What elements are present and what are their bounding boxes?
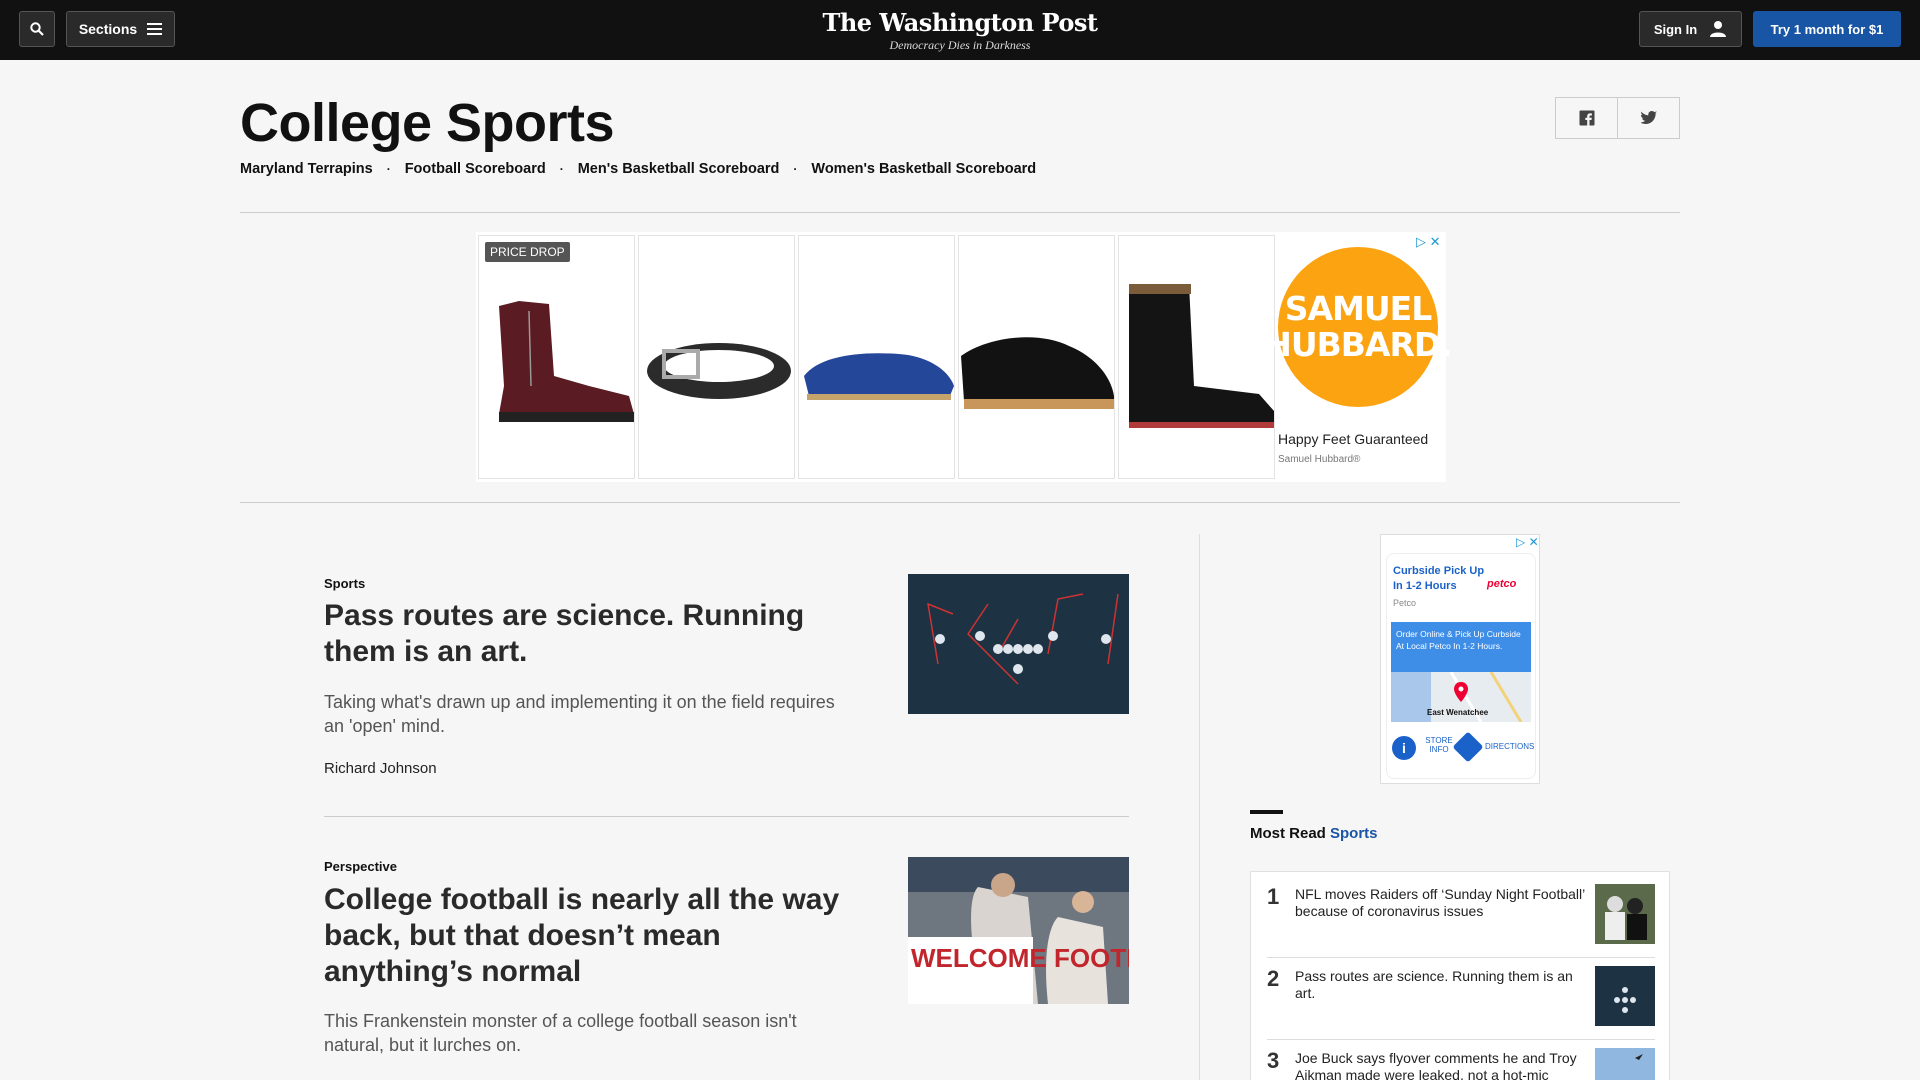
directions-icon[interactable] bbox=[1452, 731, 1484, 763]
info-icon[interactable]: i bbox=[1392, 736, 1416, 760]
ad-body: Order Online & Pick Up Curbside At Local… bbox=[1391, 622, 1531, 672]
share-buttons bbox=[1555, 97, 1680, 139]
article-kicker[interactable]: Perspective bbox=[324, 859, 397, 874]
ad-advertiser: Petco bbox=[1393, 598, 1417, 608]
subnav-separator: · bbox=[386, 162, 391, 176]
article-thumbnail[interactable] bbox=[908, 574, 1129, 714]
ad-map: East Wenatchee bbox=[1391, 671, 1531, 723]
black-oxford-image bbox=[961, 337, 1114, 409]
map-label: East Wenatchee bbox=[1427, 708, 1489, 717]
article-divider bbox=[324, 816, 1129, 817]
woven-belt-image bbox=[647, 343, 791, 399]
article-thumbnail[interactable]: WELCOME FOOTBALL bbox=[908, 857, 1129, 1004]
most-read-item[interactable]: 3 Joe Buck says flyover comments he and … bbox=[1267, 1048, 1655, 1080]
petco-logo: petco bbox=[1487, 578, 1517, 590]
list-divider bbox=[1267, 1039, 1655, 1040]
facebook-icon bbox=[1579, 110, 1594, 126]
sky-flyover-image bbox=[1595, 1048, 1655, 1080]
rank-number: 3 bbox=[1267, 1048, 1280, 1073]
store-info-link[interactable]: STORE INFO bbox=[1421, 736, 1457, 754]
samuel-hubbard-logo[interactable]: SAMUEL HUBBARD. bbox=[1264, 247, 1453, 407]
twitter-share-button[interactable] bbox=[1617, 98, 1679, 138]
play-diagram-image bbox=[908, 574, 1129, 714]
most-read-list: 1 NFL moves Raiders off ‘Sunday Night Fo… bbox=[1250, 871, 1670, 1080]
football-players-image bbox=[1595, 884, 1655, 944]
shoe-ad-banner[interactable]: PRICE DROP SAMUEL HUBBARD. Happy Feet Gu… bbox=[476, 232, 1453, 482]
subnav-separator: · bbox=[793, 162, 798, 176]
winter-boot-image bbox=[1129, 284, 1274, 428]
adchoices-icon[interactable]: ▷ ✕ bbox=[1516, 535, 1539, 549]
ad-advertiser: Samuel Hubbard® bbox=[1278, 454, 1361, 465]
ad-divider bbox=[240, 502, 1680, 503]
subnav-mens-basketball-scoreboard[interactable]: Men's Basketball Scoreboard bbox=[578, 161, 780, 177]
most-read-thumbnail[interactable] bbox=[1595, 1048, 1655, 1080]
header-divider bbox=[240, 212, 1680, 213]
column-divider bbox=[1199, 534, 1200, 1080]
article-kicker[interactable]: Sports bbox=[324, 576, 365, 591]
rank-number: 2 bbox=[1267, 966, 1280, 991]
adchoices-icon[interactable]: ▷ ✕ bbox=[1416, 234, 1441, 250]
masthead: The Washington Post Democracy Dies in Da… bbox=[0, 8, 1920, 53]
sign-in-button[interactable]: Sign In bbox=[1639, 11, 1742, 47]
ad-title: Curbside Pick Up In 1-2 Hours bbox=[1393, 565, 1485, 592]
most-read-section-link[interactable]: Sports bbox=[1330, 825, 1378, 842]
most-read-headline[interactable]: Pass routes are science. Running them is… bbox=[1295, 968, 1591, 1002]
ad-card: Curbside Pick Up In 1-2 Hours petco Petc… bbox=[1386, 553, 1536, 779]
ad-product-belt[interactable] bbox=[638, 235, 795, 479]
subnav-womens-basketball-scoreboard[interactable]: Women's Basketball Scoreboard bbox=[811, 161, 1036, 177]
page-title: College Sports bbox=[240, 93, 615, 153]
most-read-headline[interactable]: Joe Buck says flyover comments he and Tr… bbox=[1295, 1050, 1591, 1080]
top-navigation-bar: Sections The Washington Post Democracy D… bbox=[0, 0, 1920, 60]
article-dek: This Frankenstein monster of a college f… bbox=[324, 1011, 797, 1055]
play-diagram-image bbox=[1595, 966, 1655, 1026]
petco-ad[interactable]: ▷ ✕ Curbside Pick Up In 1-2 Hours petco … bbox=[1380, 534, 1540, 784]
most-read-prefix: Most Read bbox=[1250, 825, 1326, 842]
subnav-maryland-terrapins[interactable]: Maryland Terrapins bbox=[240, 161, 373, 177]
welcome-football-sign: WELCOME FOOTBALL bbox=[911, 943, 1129, 973]
most-read-heading: Most Read Sports bbox=[1250, 825, 1378, 842]
user-icon bbox=[1710, 21, 1727, 37]
ad-product-winter-boot[interactable] bbox=[1118, 235, 1275, 479]
article-headline[interactable]: College football is nearly all the way b… bbox=[324, 882, 844, 990]
sign-in-label: Sign In bbox=[1653, 21, 1698, 37]
article-headline[interactable]: Pass routes are science. Running them is… bbox=[324, 598, 844, 670]
ad-product-loafer[interactable] bbox=[798, 235, 955, 479]
article-byline[interactable]: Richard Johnson bbox=[324, 760, 437, 777]
twitter-icon bbox=[1640, 111, 1657, 124]
rank-number: 1 bbox=[1267, 884, 1280, 909]
blue-loafer-image bbox=[804, 353, 954, 400]
subnav-football-scoreboard[interactable]: Football Scoreboard bbox=[405, 161, 546, 177]
facebook-share-button[interactable] bbox=[1556, 98, 1617, 138]
most-read-headline[interactable]: NFL moves Raiders off ‘Sunday Night Foot… bbox=[1295, 886, 1591, 920]
ad-product-boot[interactable]: PRICE DROP bbox=[478, 235, 635, 479]
tagline: Democracy Dies in Darkness bbox=[889, 38, 1031, 52]
most-read-thumbnail[interactable] bbox=[1595, 884, 1655, 944]
price-drop-badge: PRICE DROP bbox=[485, 242, 570, 262]
most-read-item[interactable]: 1 NFL moves Raiders off ‘Sunday Night Fo… bbox=[1267, 884, 1655, 964]
ad-tagline[interactable]: Happy Feet Guaranteed bbox=[1278, 431, 1428, 447]
most-read-item[interactable]: 2 Pass routes are science. Running them … bbox=[1267, 966, 1655, 1046]
subnav-separator: · bbox=[559, 162, 564, 176]
directions-link[interactable]: DIRECTIONS bbox=[1485, 742, 1535, 751]
ad-product-oxford[interactable] bbox=[958, 235, 1115, 479]
article-dek: Taking what's drawn up and implementing … bbox=[324, 692, 835, 736]
stadium-photo-image: WELCOME FOOTBALL bbox=[908, 857, 1129, 1004]
most-read-accent-bar bbox=[1250, 810, 1283, 814]
burgundy-boot-image bbox=[499, 301, 634, 422]
most-read-thumbnail[interactable] bbox=[1595, 966, 1655, 1026]
subscribe-button[interactable]: Try 1 month for $1 bbox=[1753, 11, 1901, 47]
section-subnav: Maryland Terrapins · Football Scoreboard… bbox=[240, 161, 1036, 177]
washington-post-logo[interactable]: The Washington Post bbox=[0, 8, 1920, 37]
list-divider bbox=[1267, 957, 1655, 958]
